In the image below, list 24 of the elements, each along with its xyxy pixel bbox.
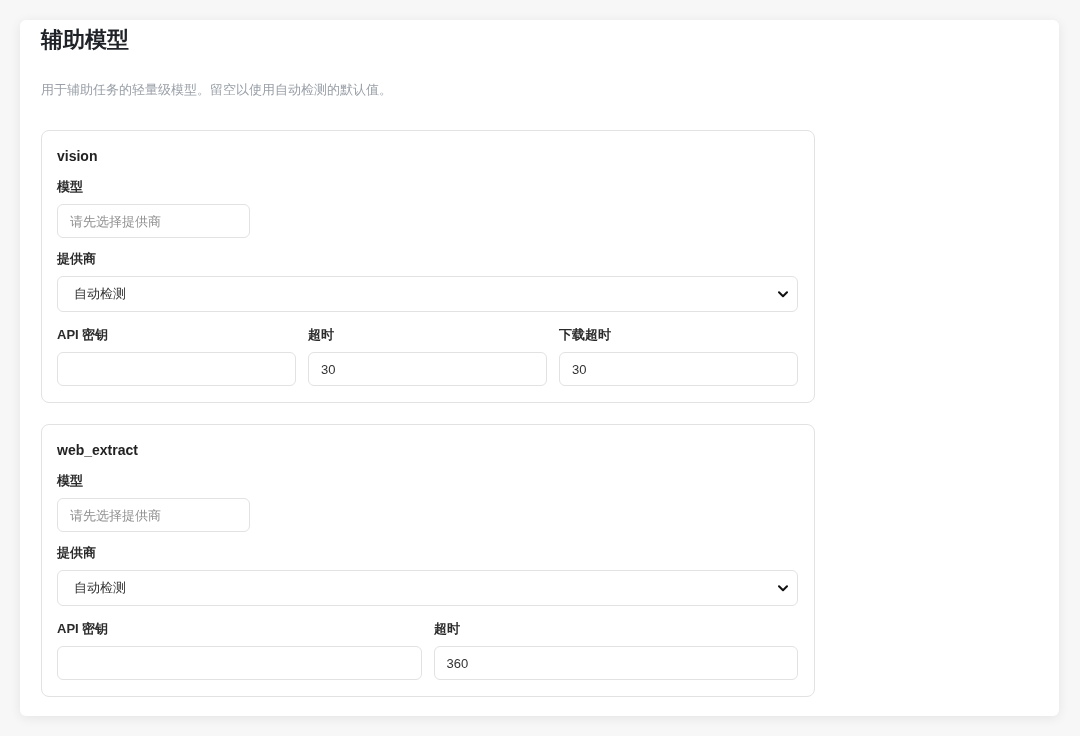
field-label: 模型 [57,178,83,196]
text-input[interactable]: 30 [308,352,547,386]
field-label: API 密钥 [57,326,109,344]
field-label: API 密钥 [57,620,109,638]
text-input[interactable]: 30 [559,352,798,386]
chevron-down-icon [778,584,788,592]
field-label: 下载超时 [559,326,611,344]
field-label: 提供商 [57,544,96,562]
text-input[interactable] [57,646,422,680]
field-label: 超时 [433,620,460,638]
text-input[interactable]: 请先选择提供商 [57,498,250,532]
chevron-down-icon [778,290,788,298]
task-name: web_extract [57,441,138,460]
task-name: vision [57,147,98,166]
text-input[interactable] [57,352,296,386]
text-input[interactable]: 360 [433,646,798,680]
provider-select[interactable]: 自动检测 [57,276,798,312]
text-input[interactable]: 请先选择提供商 [57,204,250,238]
field-label: 超时 [308,326,334,344]
provider-select[interactable]: 自动检测 [57,570,798,606]
section-description: 用于辅助任务的轻量级模型。留空以使用自动检测的默认值。 [41,82,392,98]
section-title: 辅助模型 [41,26,129,54]
field-label: 模型 [57,472,83,490]
field-label: 提供商 [57,250,96,268]
